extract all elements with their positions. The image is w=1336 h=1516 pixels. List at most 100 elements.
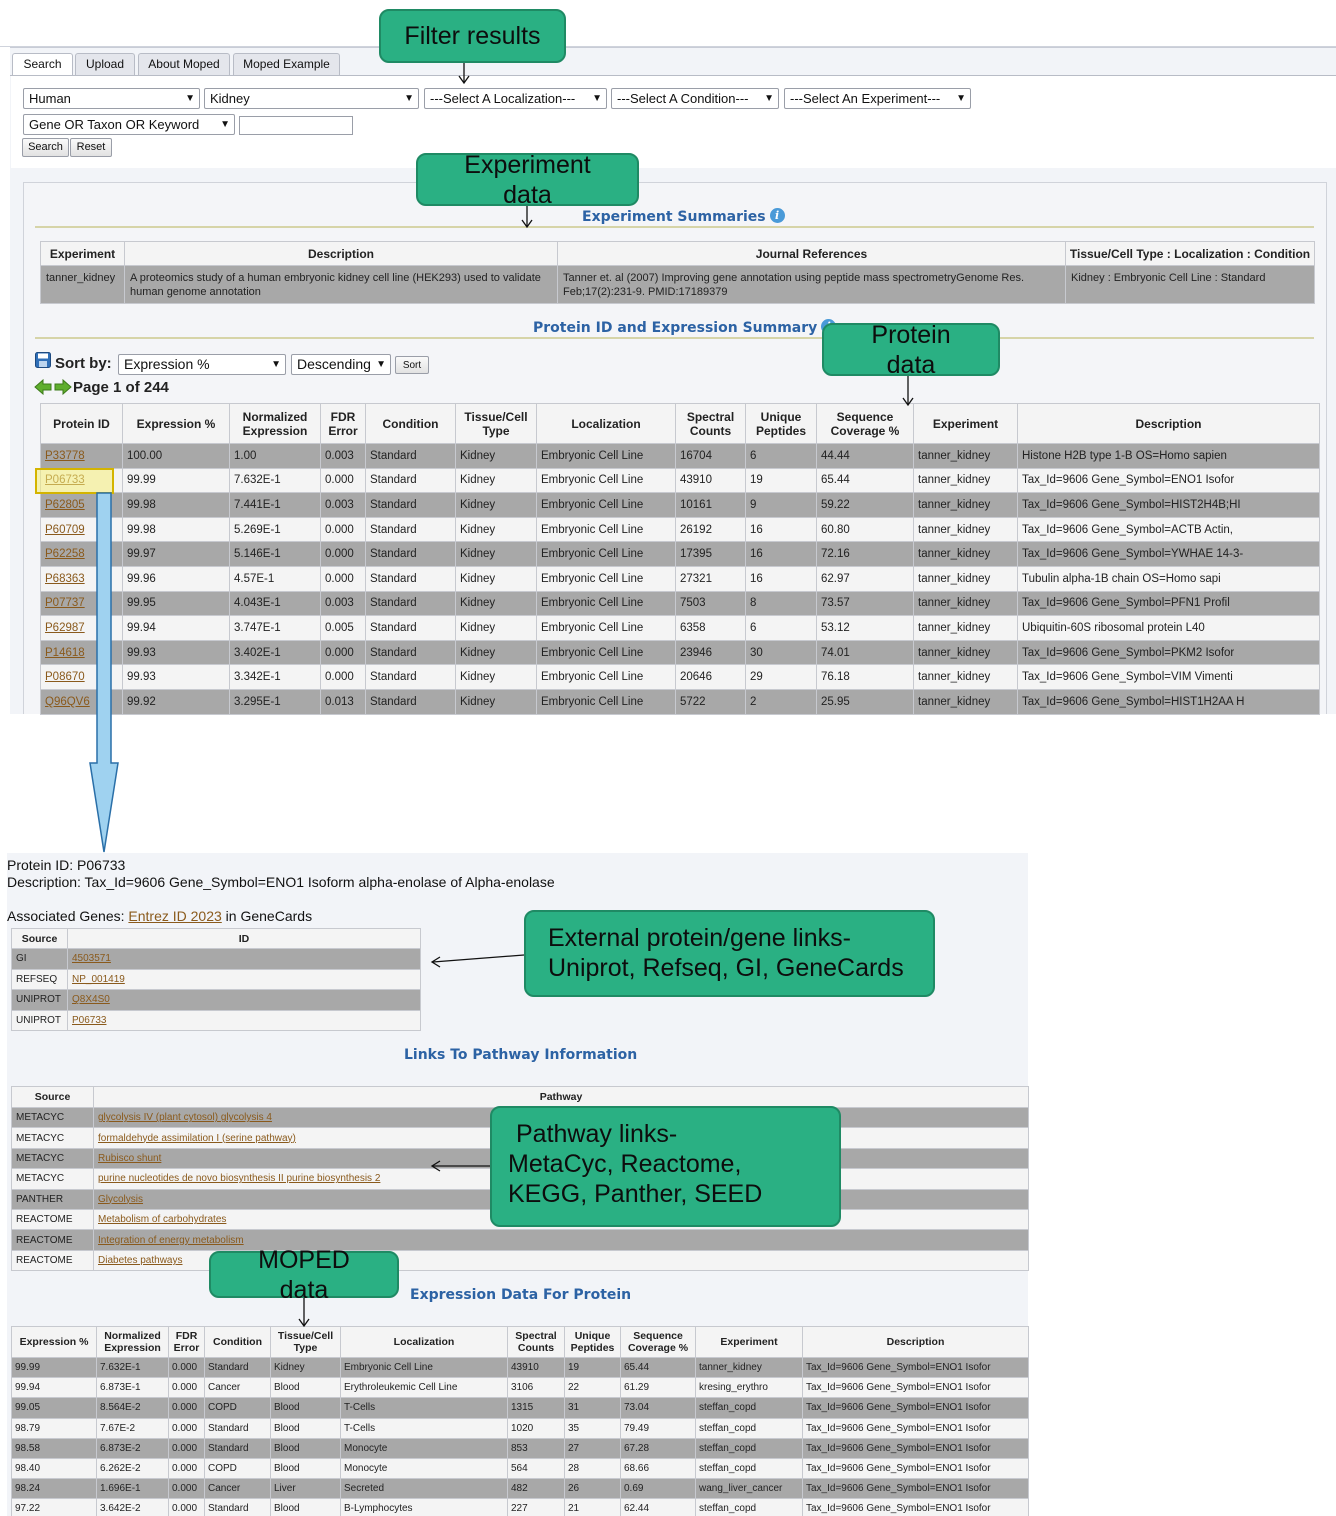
search-button[interactable]: Search (22, 138, 69, 157)
cell-link[interactable]: NP_001419 (72, 974, 125, 985)
cell-link[interactable]: P08670 (45, 671, 85, 683)
table-cell: Blood (270, 1397, 341, 1419)
table-cell: Standard (365, 541, 456, 567)
table-cell: Cancer (204, 1377, 271, 1399)
cell-link[interactable]: Q8X4S0 (72, 994, 110, 1005)
table-row: 99.94 6.873E-1 0.000 Cancer Blood Erythroleuk… (11, 1377, 1029, 1399)
table-cell: P06733 (40, 467, 123, 494)
experiment-select[interactable]: ---Select An Experiment--- ▼ (784, 88, 971, 109)
table-cell: 73.57 (816, 590, 914, 617)
cell-link[interactable]: P62987 (45, 622, 85, 634)
cell-link[interactable]: Diabetes pathways (98, 1255, 183, 1266)
sort-order-select[interactable]: Descending ▼ (291, 354, 391, 375)
column-header: Localization (340, 1326, 508, 1358)
info-icon[interactable]: i (769, 208, 785, 223)
table-cell: Tax_Id=9606 Gene_Symbol=ENO1 Isofor (802, 1478, 1029, 1500)
table-cell: 0.003 (320, 443, 366, 469)
cell-link[interactable]: P62258 (45, 548, 85, 560)
table-cell: 23946 (675, 639, 746, 666)
organism-select[interactable]: Human ▼ (23, 88, 200, 109)
cell-link[interactable]: Integration of energy metabolism (98, 1235, 244, 1246)
callout-external-line2: Uniprot, Refseq, GI, GeneCards (548, 954, 904, 982)
table-cell: Standard (365, 615, 456, 641)
localization-select[interactable]: ---Select A Localization--- ▼ (424, 88, 607, 109)
table-cell: P62987 (40, 615, 123, 641)
dropdown-arrow-icon: ▼ (185, 93, 195, 104)
condition-select[interactable]: ---Select A Condition--- ▼ (611, 88, 779, 109)
cell-link[interactable]: P07737 (45, 597, 85, 609)
tab-search[interactable]: Search (12, 53, 73, 76)
cell-link[interactable]: P68363 (45, 573, 85, 585)
table-cell: Tax_Id=9606 Gene_Symbol=ENO1 Isofor (802, 1498, 1029, 1516)
sort-field-select[interactable]: Expression % ▼ (118, 354, 286, 375)
tissue-select[interactable]: Kidney ▼ (204, 88, 419, 109)
tab-moped-example[interactable]: Moped Example (233, 53, 340, 75)
reset-button[interactable]: Reset (70, 138, 112, 157)
sort-button[interactable]: Sort (395, 356, 429, 374)
table-cell: tanner_kidney (913, 565, 1018, 592)
table-row: P68363 99.96 4.57E-1 0.000 Standard Kidney Emb… (40, 565, 1320, 592)
table-cell: 6.262E-2 (96, 1457, 169, 1480)
callout-external-links: External protein/gene links- Uniprot, Re… (524, 910, 935, 997)
table-cell: steffan_copd (695, 1498, 803, 1516)
table-cell: 0.000 (320, 664, 366, 690)
table-cell: Cancer (204, 1478, 271, 1500)
table-cell: tanner_kidney (913, 590, 1018, 617)
table-cell: P62805 (40, 492, 123, 518)
table-cell: 99.99 (11, 1356, 97, 1379)
cell-link[interactable]: P62805 (45, 499, 85, 511)
cell-link[interactable]: formaldehyde assimilation I (serine path… (98, 1133, 296, 1144)
prev-page-icon[interactable] (34, 379, 52, 395)
cell-link[interactable]: purine nucleotides de novo biosynthesis … (98, 1173, 380, 1184)
table-cell: 0.000 (168, 1356, 205, 1379)
table-row: GI 4503571 (11, 948, 421, 970)
next-page-icon[interactable] (54, 379, 72, 395)
table-cell: 0.000 (320, 565, 366, 592)
cell-link[interactable]: Metabolism of carbohydrates (98, 1214, 226, 1225)
table-cell: Embryonic Cell Line (536, 516, 676, 543)
table-cell: 44.44 (816, 443, 914, 469)
table-cell: Standard (204, 1437, 271, 1459)
protein-description-line: Description: Tax_Id=9606 Gene_Symbol=ENO… (7, 874, 555, 890)
search-input[interactable] (239, 116, 353, 135)
table-row: P62805 99.98 7.441E-1 0.003 Standard Kidney Em… (40, 492, 1320, 518)
table-cell: 7503 (675, 590, 746, 617)
column-header: FDR Error (168, 1326, 205, 1358)
column-header: Spectral Counts (675, 403, 746, 444)
entrez-link[interactable]: Entrez ID 2023 (128, 908, 221, 924)
section-divider (35, 226, 1314, 228)
cell-link[interactable]: Q96QV6 (45, 696, 90, 708)
table-cell: 99.98 (122, 492, 230, 518)
protein-summary-table: Protein ID Expression % Normalized Express… (40, 403, 1320, 715)
table-cell: 99.96 (122, 565, 230, 592)
tab-about-moped[interactable]: About Moped (138, 53, 230, 75)
callout-experiment-data: Experiment data (416, 151, 639, 209)
cell-link[interactable]: Rubisco shunt (98, 1153, 161, 1164)
table-cell: 62.44 (620, 1498, 696, 1516)
table-cell: P07737 (40, 590, 123, 617)
table-cell: REACTOME (11, 1249, 94, 1272)
save-icon[interactable] (35, 352, 51, 368)
table-cell: Embryonic Cell Line (536, 492, 676, 518)
table-row: REACTOME Diabetes pathways (11, 1249, 1029, 1272)
tab-upload[interactable]: Upload (75, 53, 135, 75)
cell-link[interactable]: P06733 (45, 474, 85, 486)
table-cell: 8.564E-2 (96, 1397, 169, 1419)
sort-field-value: Expression % (124, 356, 210, 372)
cell-link[interactable]: P06733 (72, 1015, 106, 1026)
table-cell: Monocyte (340, 1457, 508, 1480)
table-cell: 3.402E-1 (229, 639, 321, 666)
cell-link[interactable]: P33778 (45, 450, 85, 462)
cell-link[interactable]: Glycolysis (98, 1194, 143, 1205)
cell-link[interactable]: P60709 (45, 524, 85, 536)
table-cell: 4.57E-1 (229, 565, 321, 592)
cell-link[interactable]: glycolysis IV (plant cytosol) glycolysis… (98, 1112, 272, 1123)
cell-link[interactable]: P14618 (45, 647, 85, 659)
search-type-select[interactable]: Gene OR Taxon OR Keyword ▼ (23, 114, 235, 135)
cell-link[interactable]: 4503571 (72, 953, 111, 964)
table-row: 99.05 8.564E-2 0.000 COPD Blood T-Cells 1315 31… (11, 1397, 1029, 1419)
column-header: Expression % (122, 403, 230, 444)
table-cell: Standard (365, 467, 456, 494)
table-cell: Kidney (455, 639, 537, 666)
column-header: Description (802, 1326, 1029, 1358)
